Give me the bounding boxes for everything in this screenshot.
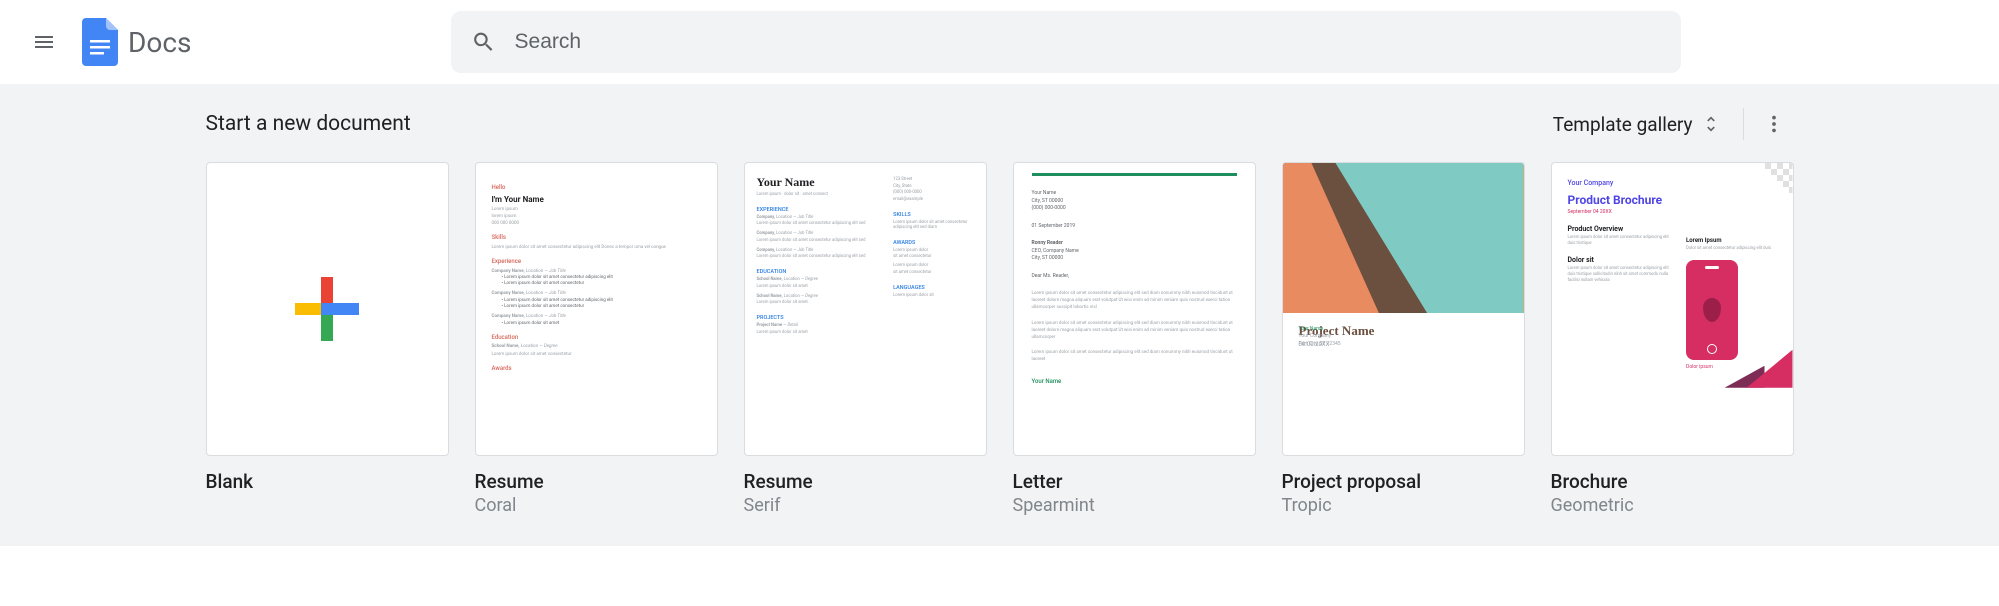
template-thumb: Your Company Product Brochure September …: [1551, 162, 1794, 456]
search-icon: [471, 29, 496, 55]
template-subtitle: Coral: [475, 495, 718, 516]
templates-section: Start a new document Template gallery: [0, 84, 1999, 546]
template-title: Project proposal: [1282, 470, 1525, 493]
template-card-project-proposal-tropic[interactable]: Project Name 00.00.20XX Your Name Your C…: [1282, 162, 1525, 516]
template-thumb: [206, 162, 449, 456]
app-name: Docs: [128, 26, 191, 59]
template-subtitle: Spearmint: [1013, 495, 1256, 516]
template-title: Blank: [206, 470, 449, 493]
templates-header: Start a new document Template gallery: [206, 104, 1794, 144]
app-header: Docs: [0, 0, 1999, 84]
template-subtitle: Serif: [744, 495, 987, 516]
template-thumb: Project Name 00.00.20XX Your Name Your C…: [1282, 162, 1525, 456]
template-title: Brochure: [1551, 470, 1794, 493]
app-logo-wrap[interactable]: Docs: [76, 18, 191, 66]
template-card-blank[interactable]: Blank: [206, 162, 449, 516]
template-thumb: Hello I'm Your Name Lorem ipsum lorem ip…: [475, 162, 718, 456]
template-subtitle: Tropic: [1282, 495, 1525, 516]
template-card-letter-spearmint[interactable]: Your NameCity, ST 00000(000) 000-0000 01…: [1013, 162, 1256, 516]
template-title: Resume: [744, 470, 987, 493]
divider: [1743, 108, 1744, 140]
hamburger-icon: [32, 30, 56, 54]
search-input[interactable]: [515, 30, 1662, 54]
template-card-brochure-geometric[interactable]: Your Company Product Brochure September …: [1551, 162, 1794, 516]
template-subtitle: Geometric: [1551, 495, 1794, 516]
gallery-controls: Template gallery: [1541, 104, 1794, 144]
template-gallery-button[interactable]: Template gallery: [1541, 105, 1733, 144]
template-card-resume-coral[interactable]: Hello I'm Your Name Lorem ipsum lorem ip…: [475, 162, 718, 516]
search-bar[interactable]: [451, 11, 1681, 73]
template-title: Letter: [1013, 470, 1256, 493]
main-menu-button[interactable]: [20, 18, 68, 66]
template-cards-row: Blank Hello I'm Your Name Lorem ipsum lo…: [206, 162, 1794, 516]
template-thumb: Your NameCity, ST 00000(000) 000-0000 01…: [1013, 162, 1256, 456]
template-card-resume-serif[interactable]: Your Name Lorem ipsum · dolor sit · amet…: [744, 162, 987, 516]
template-gallery-label: Template gallery: [1553, 113, 1693, 136]
template-thumb: Your Name Lorem ipsum · dolor sit · amet…: [744, 162, 987, 456]
section-title: Start a new document: [206, 112, 411, 136]
more-vert-icon: [1763, 113, 1785, 135]
docs-logo-icon: [76, 18, 124, 66]
more-options-button[interactable]: [1754, 104, 1794, 144]
template-title: Resume: [475, 470, 718, 493]
plus-icon: [291, 273, 363, 345]
unfold-icon: [1701, 114, 1721, 134]
